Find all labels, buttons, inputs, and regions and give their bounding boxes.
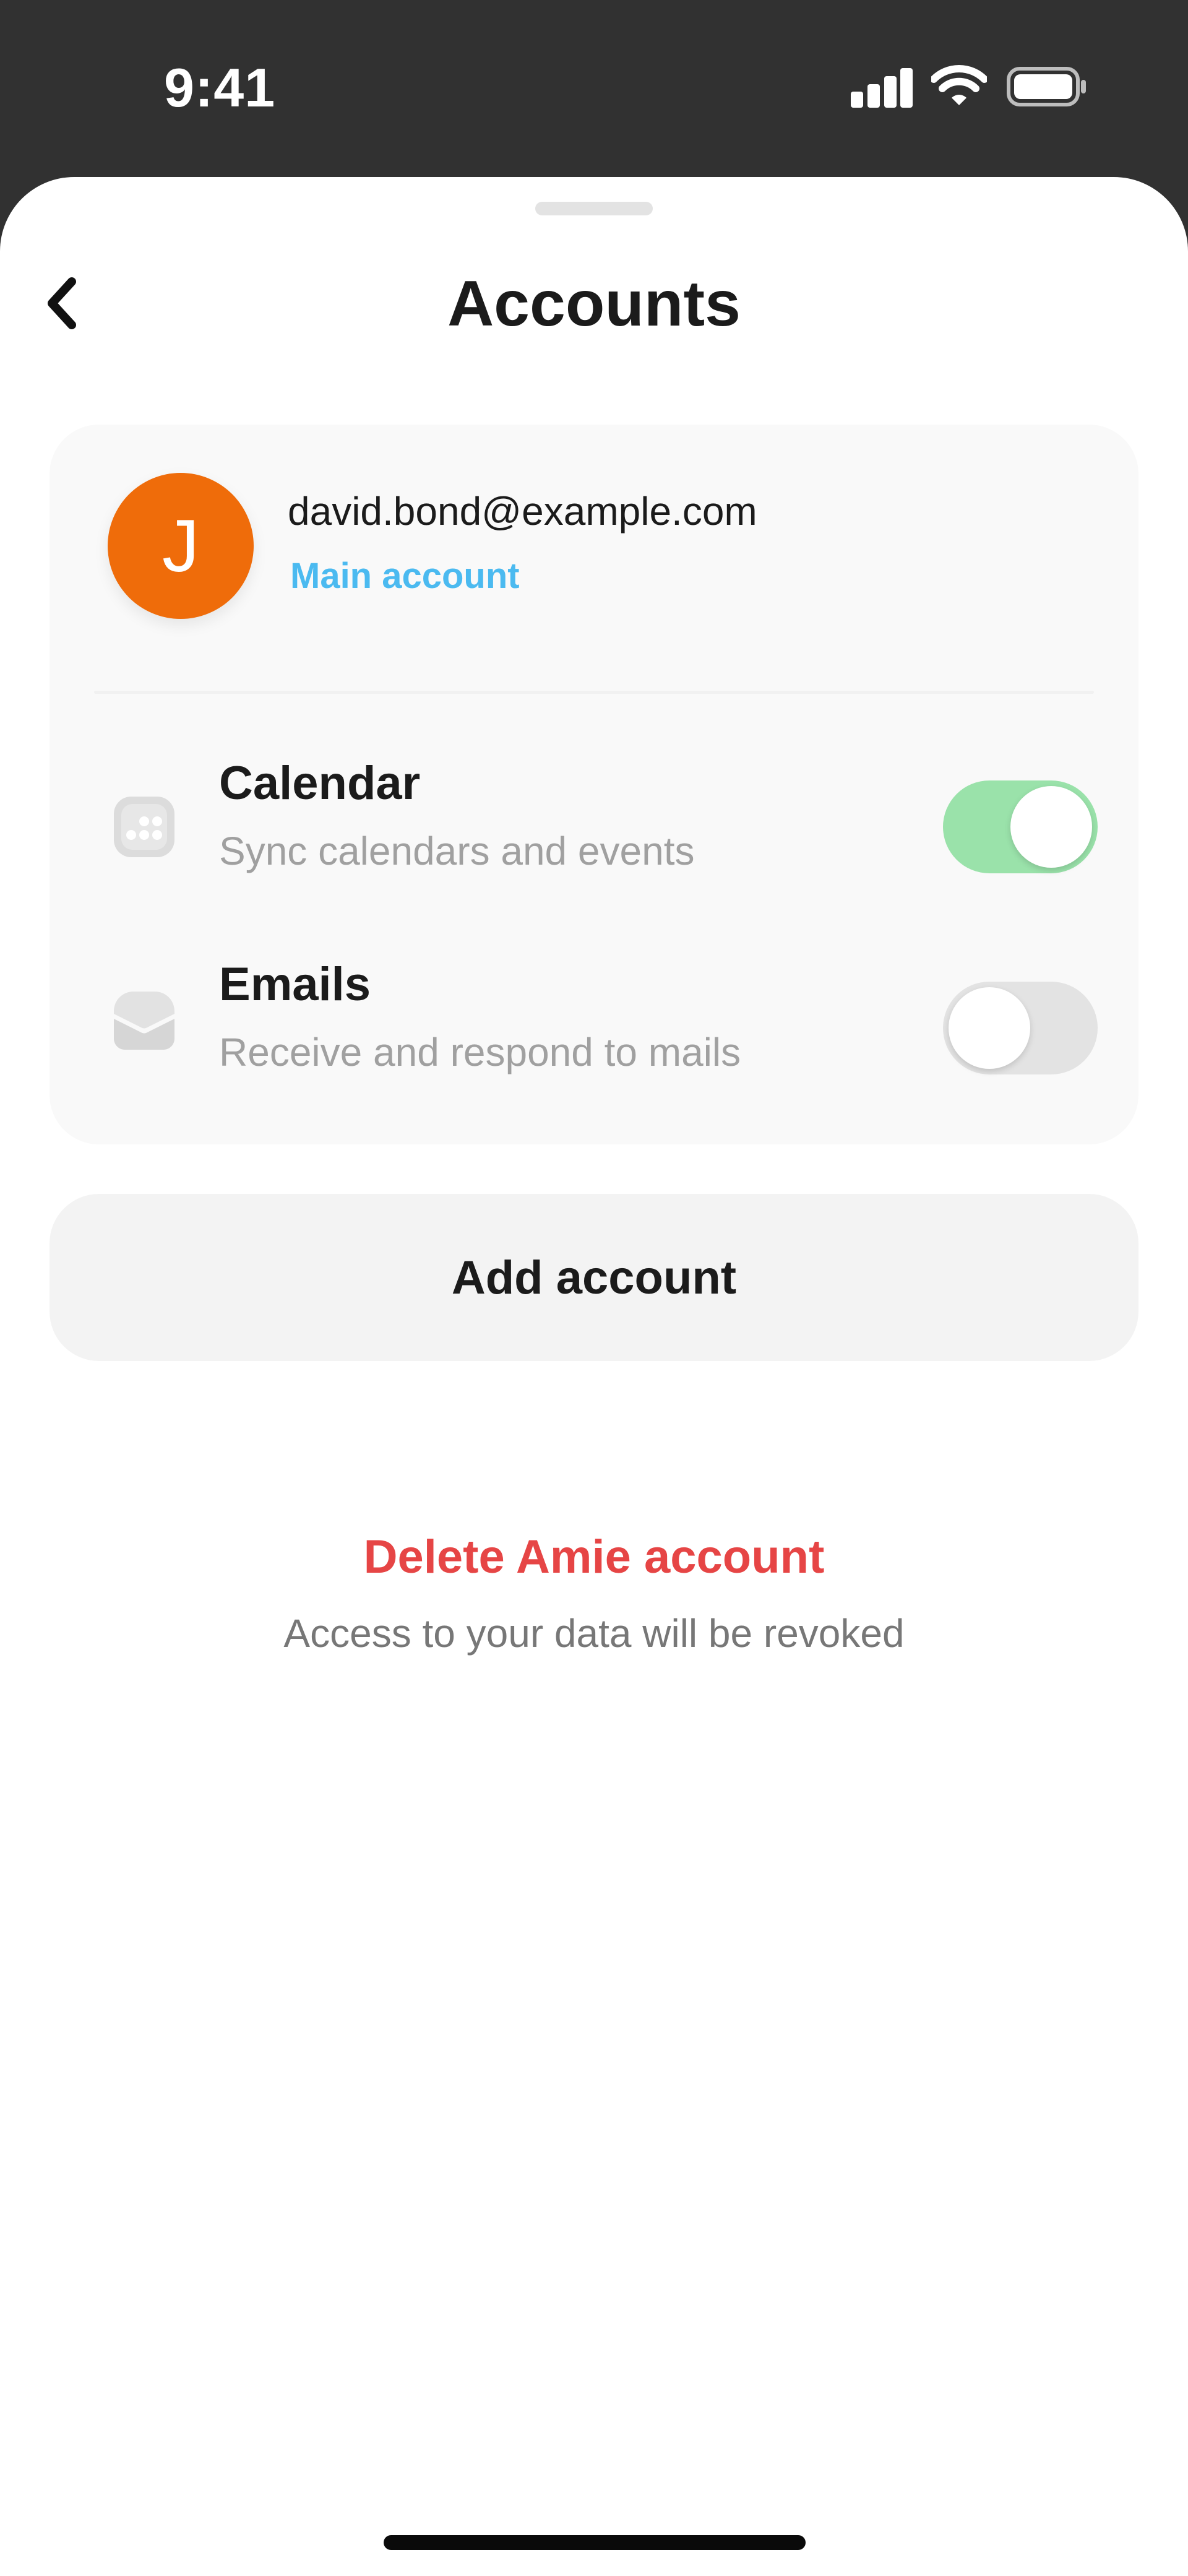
account-email: david.bond@example.com [288,489,757,534]
cellular-signal-icon [851,68,913,108]
wifi-icon [931,65,987,105]
avatar[interactable]: J [108,473,254,619]
home-indicator[interactable] [384,2535,806,2550]
toggle-knob [949,987,1030,1069]
service-description: Sync calendars and events [219,829,695,873]
calendar-icon [114,797,174,857]
service-row-calendar: Calendar Sync calendars and events [50,756,1138,898]
sheet-grabber[interactable] [535,202,653,215]
service-row-emails: Emails Receive and respond to mails [50,957,1138,1099]
status-bar: 9:41 [0,0,1188,179]
service-title: Calendar [219,757,421,810]
service-description: Receive and respond to mails [219,1030,741,1074]
page-title: Accounts [447,268,741,340]
status-time: 9:41 [164,57,276,118]
delete-account-button[interactable]: Delete Amie account [0,1526,1188,1588]
delete-account-note: Access to your data will be revoked [283,1611,905,1656]
inbox-icon [114,992,174,1050]
add-account-button[interactable]: Add account [50,1194,1138,1361]
account-card: J david.bond@example.com Main account Ca… [50,425,1138,1144]
card-divider [94,691,1094,694]
calendar-sync-toggle[interactable] [943,780,1098,873]
service-title: Emails [219,958,371,1011]
toggle-knob [1010,786,1092,868]
battery-icon [1007,67,1086,106]
account-role: Main account [290,556,520,596]
accounts-sheet: Accounts J david.bond@example.com Main a… [0,177,1188,2576]
email-sync-toggle[interactable] [943,982,1098,1074]
